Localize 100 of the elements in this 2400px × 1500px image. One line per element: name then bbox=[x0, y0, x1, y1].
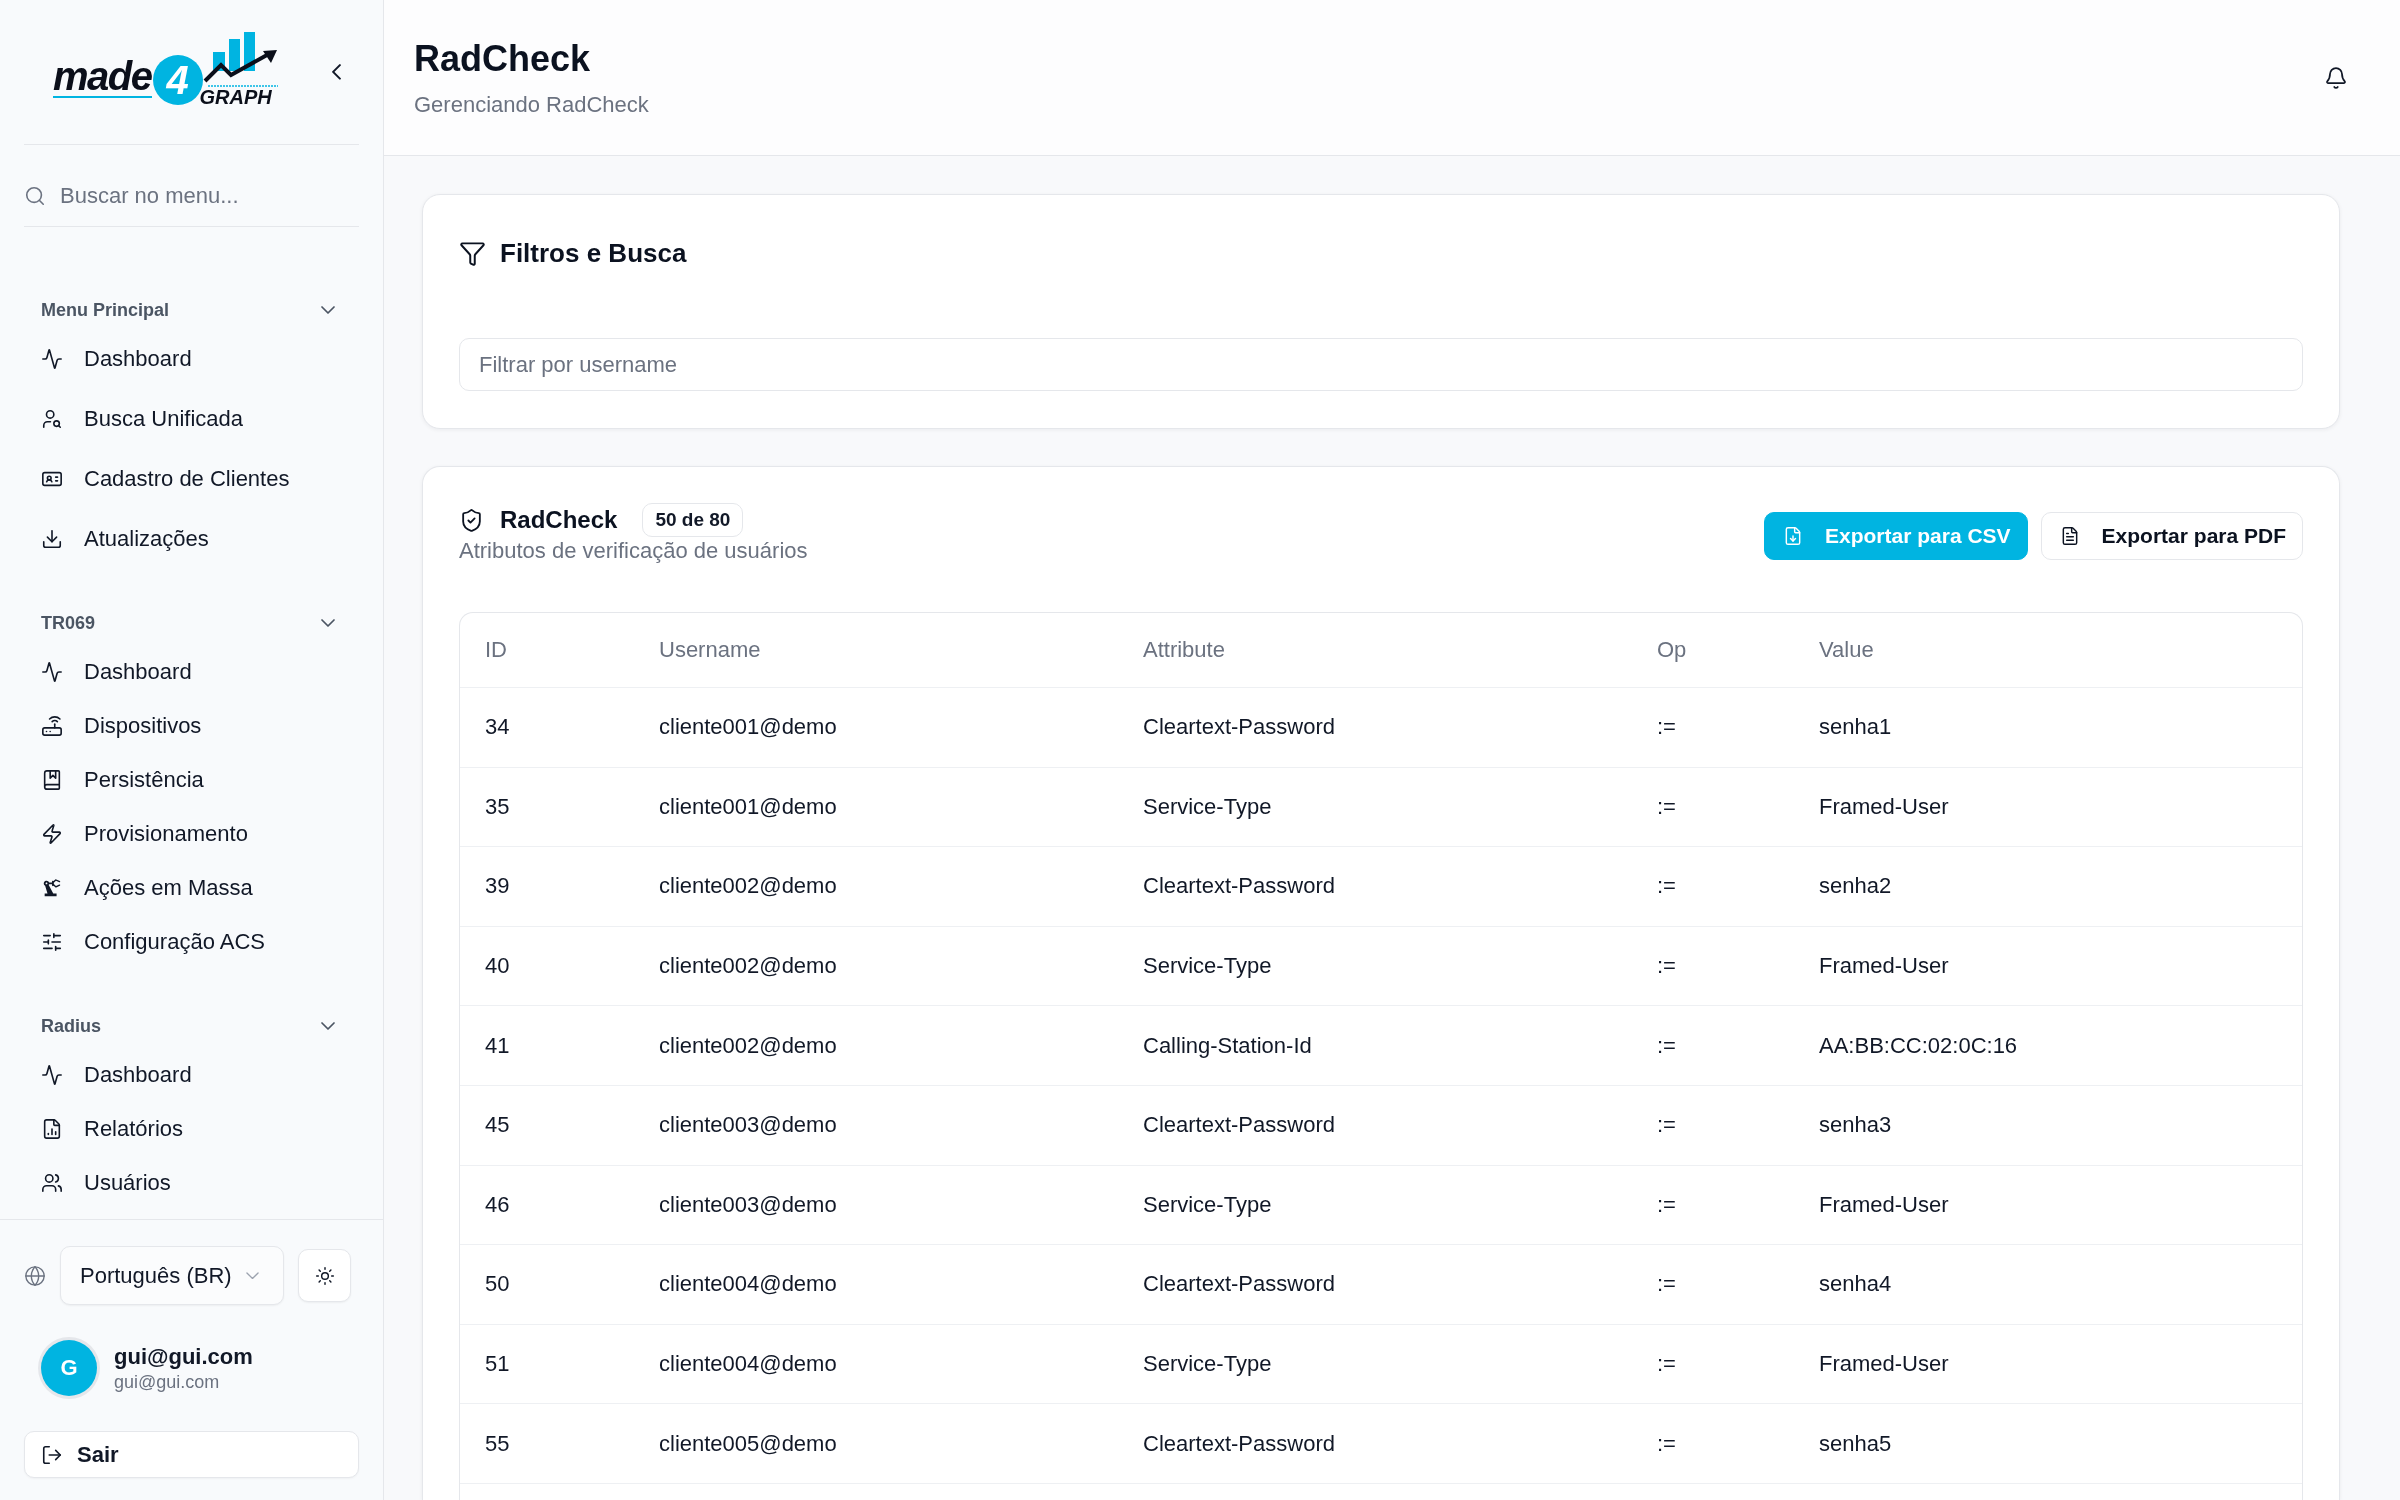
table-cell-text: Cleartext-Password bbox=[1142, 873, 1335, 900]
menu-item[interactable]: Ações em Massa bbox=[24, 861, 359, 915]
menu-item[interactable]: Cadastro de Clientes bbox=[24, 449, 359, 509]
menu-item[interactable]: Usuários bbox=[24, 1156, 359, 1210]
brand-logo: made 4 GRAPH bbox=[53, 31, 278, 107]
table-cell-text: 46 bbox=[484, 1191, 510, 1218]
table-cell-text: 40 bbox=[484, 953, 510, 980]
table-cell-text: Service-Type bbox=[1142, 953, 1272, 980]
table-cell-text: cliente003@demo bbox=[658, 1112, 837, 1139]
table-cell-text: := bbox=[1656, 1351, 1676, 1378]
table-cell-text: cliente001@demo bbox=[658, 714, 837, 741]
table-cell-text: senha4 bbox=[1818, 1271, 1892, 1298]
table-cell-text: Service-Type bbox=[1142, 793, 1272, 820]
table-cell-text: Framed-User bbox=[1818, 1351, 1949, 1378]
bell-icon[interactable] bbox=[2324, 65, 2348, 90]
pulse-icon bbox=[41, 348, 63, 370]
column-header: Value bbox=[1818, 637, 1874, 663]
column-header: Username bbox=[658, 637, 761, 663]
user-avatar: G bbox=[41, 1340, 97, 1396]
table-cell-text: Framed-User bbox=[1818, 953, 1949, 980]
section-header[interactable]: Menu Principal bbox=[24, 295, 359, 325]
table-cell-text: := bbox=[1656, 714, 1676, 741]
menu-item[interactable]: Busca Unificada bbox=[24, 389, 359, 449]
menu-item[interactable]: Persistência bbox=[24, 753, 359, 807]
menu-item[interactable]: Relatórios bbox=[24, 1102, 359, 1156]
sliders-icon bbox=[41, 931, 63, 953]
menu-item[interactable]: Configuração ACS bbox=[24, 915, 359, 969]
table-cell-text: := bbox=[1656, 1032, 1676, 1059]
table-cell-text: cliente005@demo bbox=[658, 1430, 837, 1457]
table-cell-text: cliente002@demo bbox=[658, 873, 837, 900]
collapse-sidebar-icon[interactable] bbox=[332, 64, 341, 80]
filter-input[interactable]: Filtrar por username bbox=[459, 338, 2303, 391]
count-badge: 50 de 80 bbox=[642, 503, 744, 537]
card-subtitle: Atributos de verificação de usuários bbox=[459, 538, 808, 564]
bookmarked-book-icon bbox=[41, 769, 63, 791]
table-cell-text: 34 bbox=[484, 714, 510, 741]
table-cell-text: Service-Type bbox=[1142, 1191, 1272, 1218]
menu-item[interactable]: Dashboard bbox=[24, 1048, 359, 1102]
table-cell-text: Cleartext-Password bbox=[1142, 1430, 1335, 1457]
table-cell-text: := bbox=[1656, 1271, 1676, 1298]
table-cell-text: 35 bbox=[484, 793, 510, 820]
menu-item[interactable]: Dashboard bbox=[24, 329, 359, 389]
chevron-down-icon bbox=[246, 1271, 259, 1280]
page-subtitle: Gerenciando RadCheck bbox=[414, 92, 649, 118]
table-cell-text: := bbox=[1656, 953, 1676, 980]
table-cell-text: Framed-User bbox=[1818, 793, 1949, 820]
section-header[interactable]: TR069 bbox=[24, 608, 359, 638]
users-icon bbox=[41, 1172, 63, 1194]
table-cell-text: 55 bbox=[484, 1430, 510, 1457]
table-cell-text: 51 bbox=[484, 1351, 510, 1378]
page-title: RadCheck bbox=[414, 37, 592, 80]
table-cell-text: 45 bbox=[484, 1112, 510, 1139]
table-cell-text: cliente001@demo bbox=[658, 793, 837, 820]
globe-icon bbox=[24, 1264, 46, 1287]
chart-file-icon bbox=[41, 1118, 63, 1140]
table-cell-text: senha5 bbox=[1818, 1430, 1892, 1457]
table-cell-text: := bbox=[1656, 1430, 1676, 1457]
router-icon bbox=[41, 715, 63, 737]
user-search-icon bbox=[41, 408, 63, 430]
table-cell-text: Service-Type bbox=[1142, 1351, 1272, 1378]
table-cell-text: := bbox=[1656, 873, 1676, 900]
table-cell-text: cliente002@demo bbox=[658, 953, 837, 980]
theme-toggle-button[interactable] bbox=[298, 1249, 351, 1302]
menu-item[interactable]: Dashboard bbox=[24, 645, 359, 699]
menu-item[interactable]: Provisionamento bbox=[24, 807, 359, 861]
pulse-icon bbox=[41, 1064, 63, 1086]
column-header: ID bbox=[484, 637, 507, 663]
table-cell-text: senha3 bbox=[1818, 1112, 1892, 1139]
menu-item[interactable]: Dispositivos bbox=[24, 699, 359, 753]
table-cell-text: Cleartext-Password bbox=[1142, 714, 1335, 741]
user-name: gui@gui.com bbox=[114, 1343, 253, 1370]
table-cell-text: 41 bbox=[484, 1032, 510, 1059]
table-cell-text: Framed-User bbox=[1818, 1191, 1949, 1218]
export-button[interactable]: Exportar para PDF bbox=[2040, 511, 2303, 560]
column-header: Attribute bbox=[1142, 637, 1225, 663]
table-cell-text: Calling-Station-Id bbox=[1142, 1032, 1312, 1059]
robot-arm-icon bbox=[41, 877, 63, 899]
card-title: RadCheck bbox=[500, 506, 618, 534]
table-cell-text: := bbox=[1656, 1112, 1676, 1139]
sun-icon bbox=[314, 1265, 335, 1286]
column-header: Op bbox=[1656, 637, 1687, 663]
table-cell-text: cliente004@demo bbox=[658, 1271, 837, 1298]
table-cell-text: := bbox=[1656, 793, 1676, 820]
table-cell-text: := bbox=[1656, 1191, 1676, 1218]
search-input[interactable]: Buscar no menu... bbox=[60, 182, 359, 209]
language-select[interactable]: Português (BR) bbox=[60, 1246, 284, 1305]
menu-item[interactable]: Atualizações bbox=[24, 509, 359, 569]
logout-button[interactable]: Sair bbox=[24, 1431, 359, 1478]
table-cell-text: cliente004@demo bbox=[658, 1351, 837, 1378]
card-title: Filtros e Busca bbox=[500, 237, 687, 269]
section-header[interactable]: Radius bbox=[24, 1011, 359, 1041]
table-cell-text: 50 bbox=[484, 1271, 510, 1298]
table-cell-text: senha1 bbox=[1818, 714, 1892, 741]
logout-icon bbox=[41, 1443, 63, 1466]
table-cell-text: Cleartext-Password bbox=[1142, 1112, 1335, 1139]
table-cell-text: 39 bbox=[484, 873, 510, 900]
download-icon bbox=[41, 528, 63, 550]
table-cell-text: cliente002@demo bbox=[658, 1032, 837, 1059]
user-email: gui@gui.com bbox=[114, 1371, 221, 1393]
table-cell-text: AA:BB:CC:02:0C:16 bbox=[1818, 1032, 2018, 1059]
